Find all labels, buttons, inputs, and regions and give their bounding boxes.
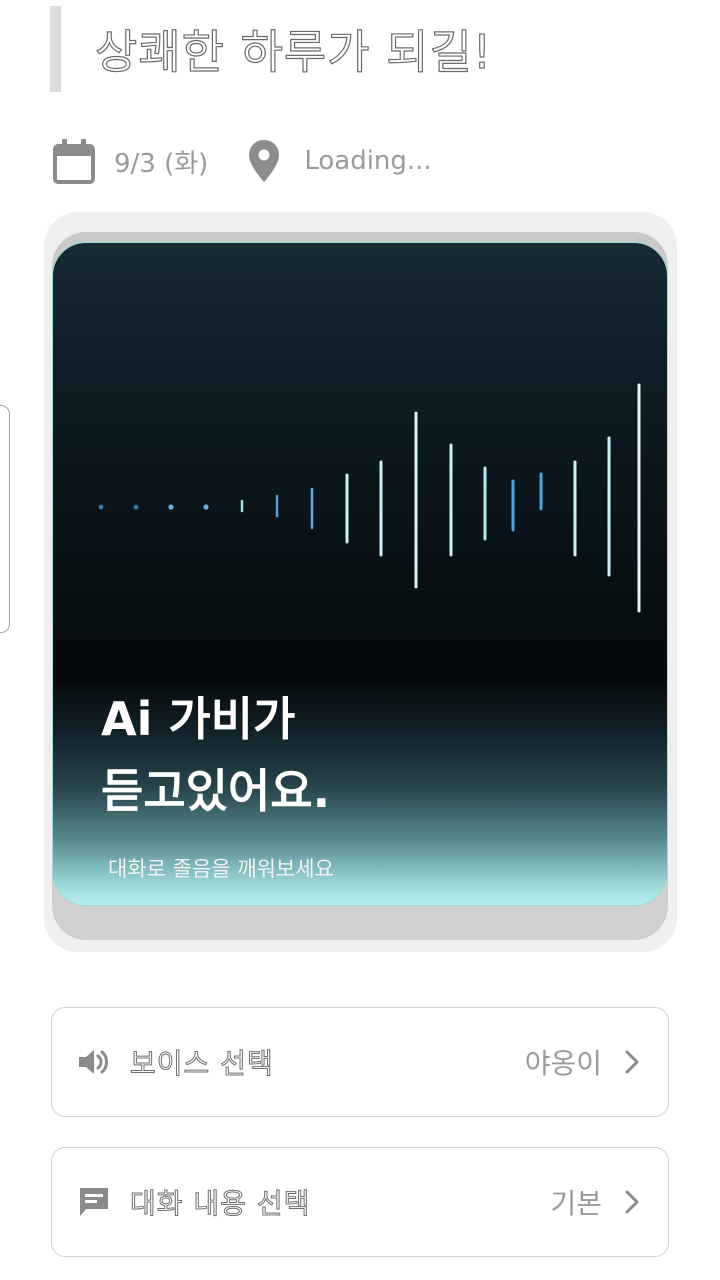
voice-select-row[interactable]: 보이스 선택 야옹이: [51, 1007, 669, 1117]
home-screen: 상쾌한 하루가 되길! 9/3 (화) Loading... Ai 가비가 듣고…: [0, 0, 720, 1280]
hero-title-line2: 듣고있어요.: [101, 764, 331, 818]
conversation-select-label: 대화 내용 선택: [129, 1187, 311, 1221]
current-date: 9/3 (화): [114, 148, 209, 179]
greeting-title: 상쾌한 하루가 되길!: [94, 24, 493, 79]
chevron-right-icon: [622, 1187, 642, 1217]
hero-subtitle: 대화로 졸음을 깨워보세요: [108, 857, 334, 881]
calendar-icon: [52, 137, 96, 185]
hero-title-line1: Ai 가비가: [101, 692, 296, 746]
sound-wave-visualizer: [98, 383, 641, 613]
side-drawer-handle[interactable]: [0, 405, 10, 633]
date-location-row: 9/3 (화) Loading...: [52, 136, 432, 186]
conversation-select-row[interactable]: 대화 내용 선택 기본: [51, 1147, 669, 1257]
hero-title: Ai 가비가 듣고있어요.: [101, 683, 330, 827]
ai-listening-card[interactable]: Ai 가비가 듣고있어요. 대화로 졸음을 깨워보세요: [52, 242, 668, 906]
greeting-accent-bar: [50, 6, 61, 92]
location-pin-icon: [242, 137, 286, 185]
voice-select-value: 야옹이: [524, 1047, 602, 1080]
speaker-icon: [76, 1044, 112, 1080]
voice-select-label: 보이스 선택: [130, 1047, 274, 1081]
chat-icon: [76, 1184, 112, 1220]
conversation-select-value: 기본: [550, 1187, 602, 1220]
current-location: Loading...: [304, 146, 432, 176]
chevron-right-icon: [622, 1047, 642, 1077]
